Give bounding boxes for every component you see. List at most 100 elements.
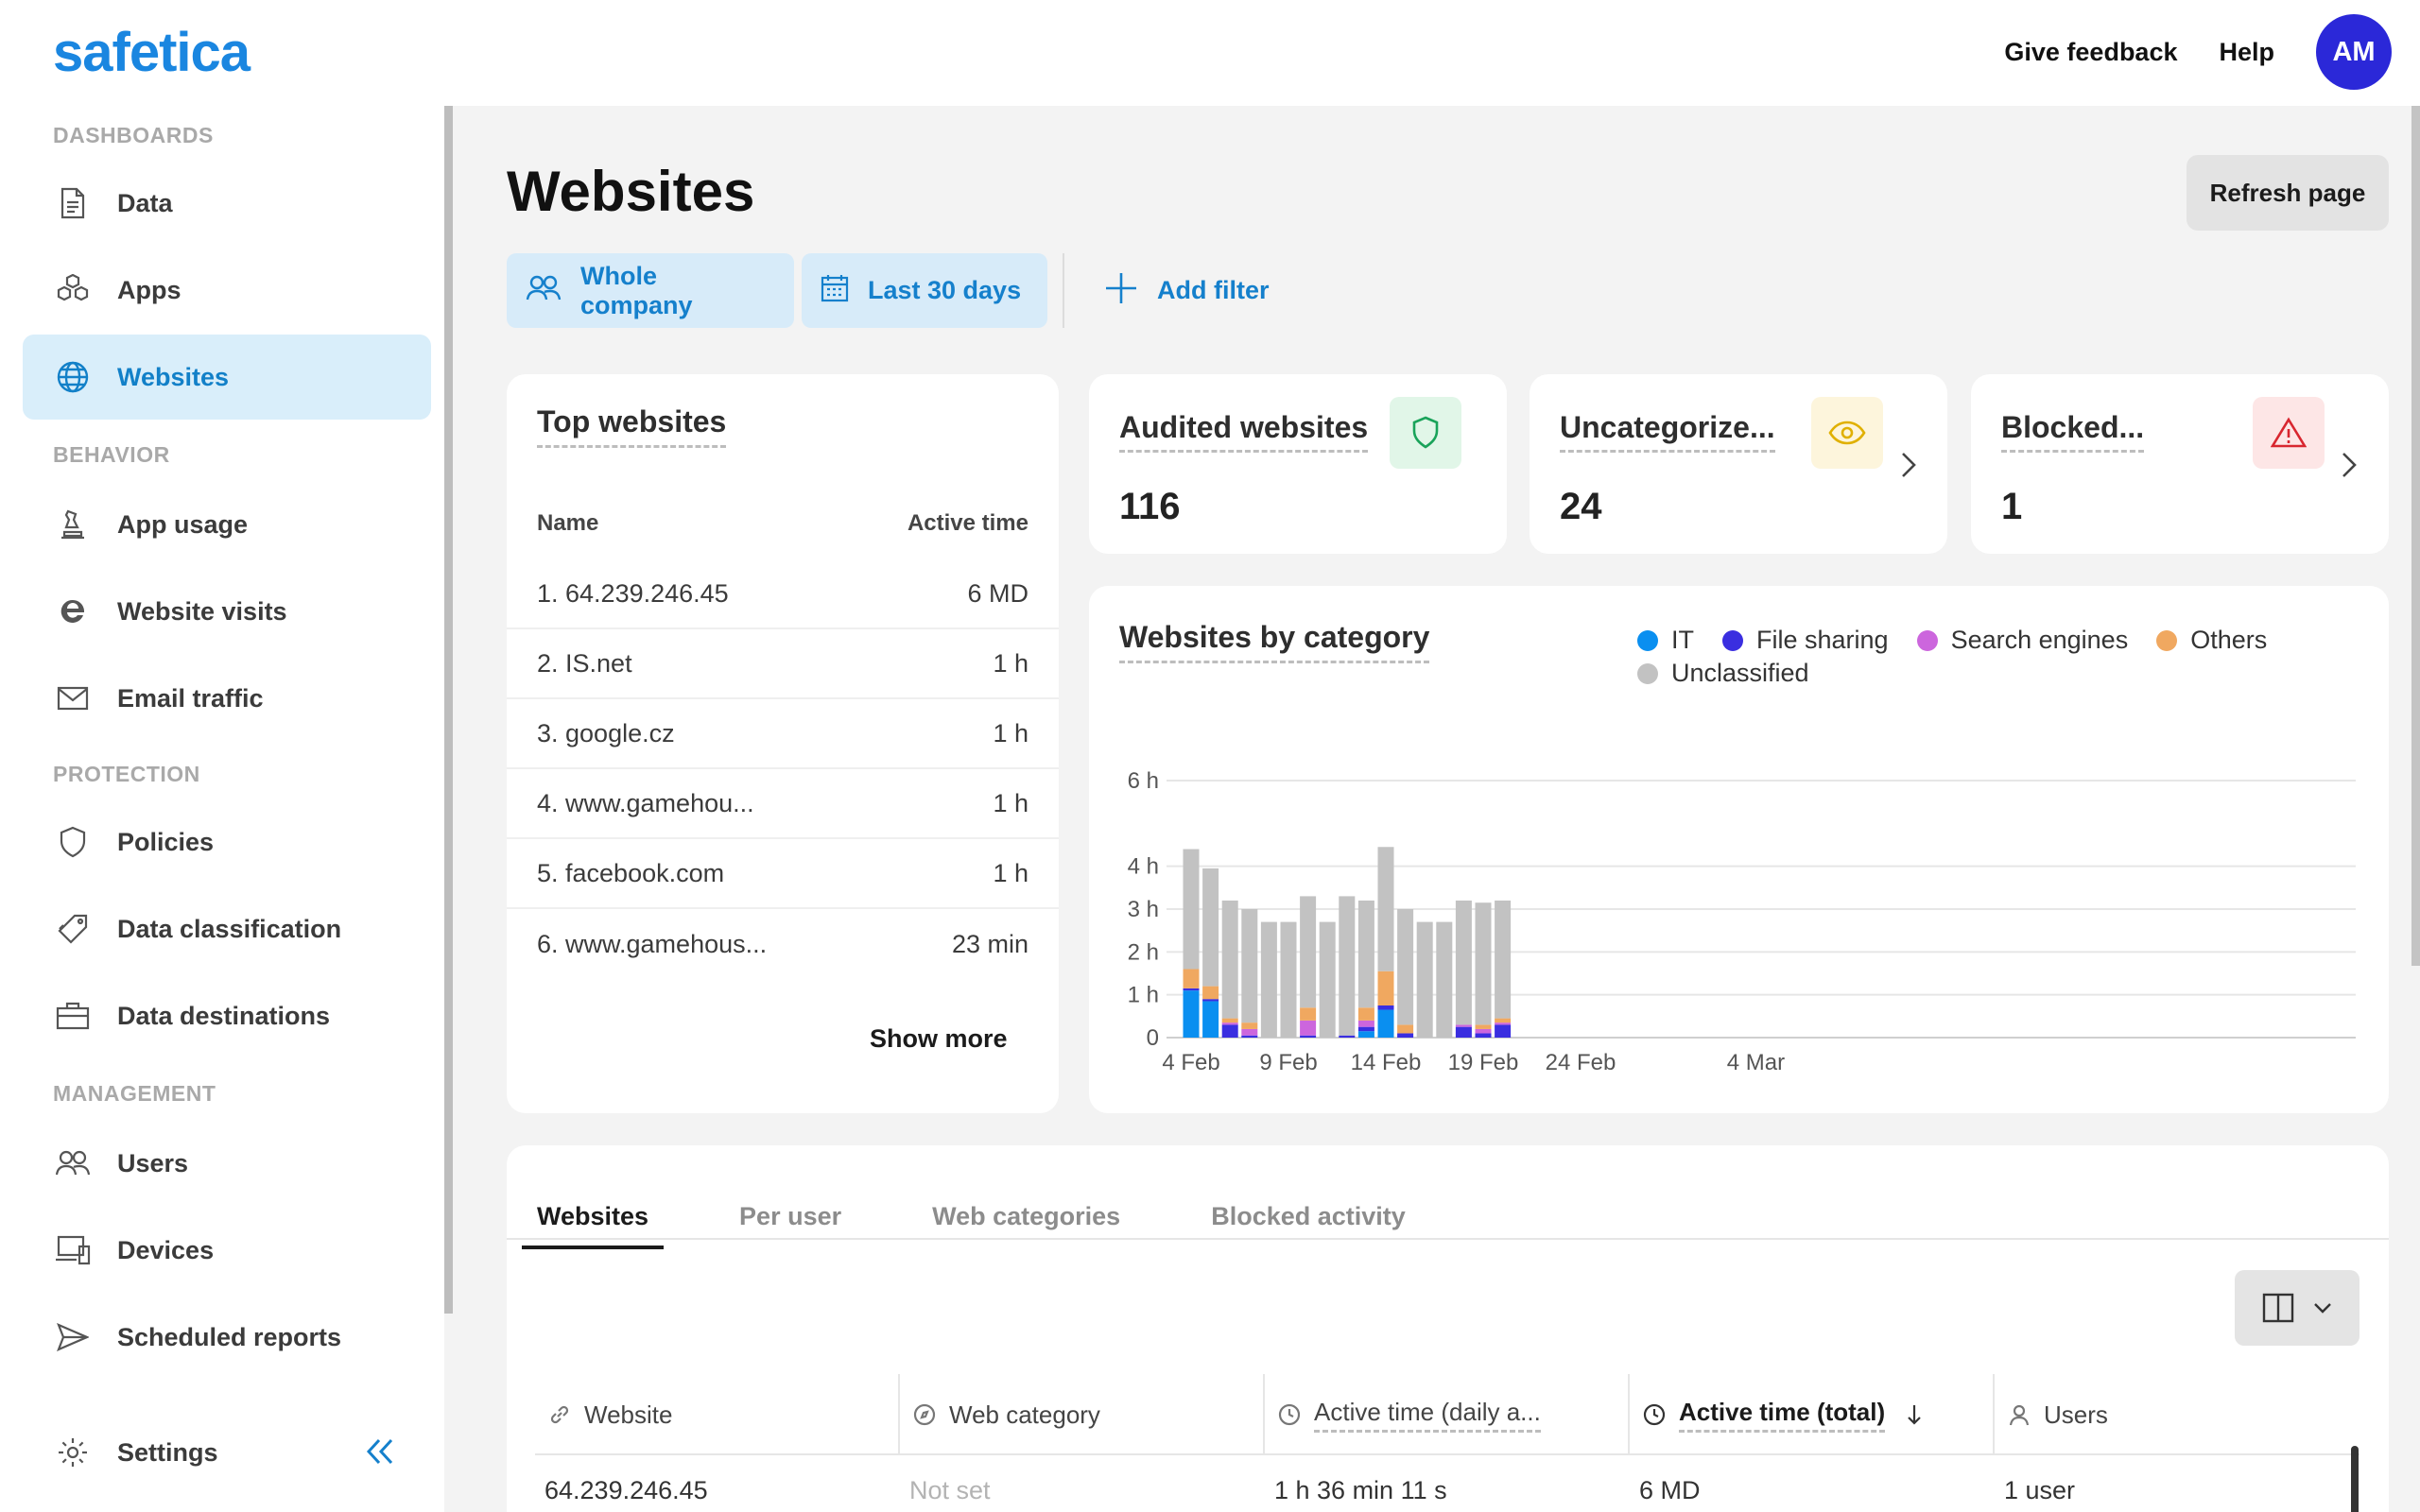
envelope-icon — [55, 680, 91, 716]
sidebar-item-data-destinations[interactable]: Data destinations — [23, 973, 431, 1058]
audited-websites-card[interactable]: Audited websites 116 — [1089, 374, 1507, 554]
table-scrollbar[interactable] — [2351, 1446, 2359, 1512]
tabs-divider — [507, 1238, 2389, 1240]
sidebar-item-email-traffic[interactable]: Email traffic — [23, 656, 431, 741]
sidebar-item-label: Data — [117, 188, 173, 217]
sidebar-item-apps[interactable]: Apps — [23, 248, 431, 333]
column-users[interactable]: Users — [1995, 1374, 2360, 1455]
x-tick-label: 14 Feb — [1351, 1050, 1422, 1075]
bar-segment-others — [1357, 1007, 1374, 1021]
sort-descending-icon[interactable] — [1906, 1403, 1923, 1426]
website-name: 4. www.gamehou... — [537, 788, 754, 817]
sidebar-item-data-classification[interactable]: Data classification — [23, 886, 431, 971]
bar-segment-others — [1183, 969, 1200, 988]
top-actions: Give feedback Help AM — [2004, 13, 2392, 91]
x-tick-label: 4 Mar — [1727, 1050, 1785, 1075]
audited-websites-title: Audited websites — [1119, 410, 1369, 453]
blocked-chevron-right-icon[interactable] — [2335, 446, 2363, 484]
sidebar-item-policies[interactable]: Policies — [23, 799, 431, 885]
sidebar-item-label: Policies — [117, 827, 215, 856]
list-item[interactable]: 5. facebook.com 1 h — [507, 839, 1059, 909]
column-web-category[interactable]: Web category — [900, 1374, 1265, 1455]
column-website[interactable]: Website — [535, 1374, 900, 1455]
avatar[interactable]: AM — [2316, 14, 2392, 90]
users-icon — [55, 1145, 91, 1181]
sidebar-item-websites[interactable]: Websites — [23, 335, 431, 420]
bar-segment-file-sharing — [1339, 1035, 1356, 1038]
table-header: Website Web category Active time (daily … — [535, 1374, 2360, 1455]
clock-icon — [1278, 1403, 1301, 1426]
column-active-time-total[interactable]: Active time (total) — [1630, 1374, 1995, 1455]
stacked-bar-chart[interactable]: 0 1 h 2 h 3 h 4 h 6 h 4 Feb 9 Feb 14 Feb 19 Feb 24… — [1089, 586, 2389, 1113]
bar-segment-it — [1202, 1001, 1219, 1038]
bar-segment-unclassified — [1495, 900, 1512, 1019]
bar-segment-unclassified — [1475, 902, 1492, 1025]
blocked-value: 1 — [2001, 486, 2023, 527]
audited-websites-value: 116 — [1119, 486, 1181, 527]
chevron-down-icon — [2314, 1303, 2331, 1314]
sidebar-item-data[interactable]: Data — [23, 161, 431, 246]
list-item[interactable]: 2. IS.net 1 h — [507, 629, 1059, 699]
sidebar-item-website-visits[interactable]: Website visits — [23, 569, 431, 654]
uncategorized-chevron-right-icon[interactable] — [1894, 446, 1923, 484]
x-tick-label: 19 Feb — [1448, 1050, 1519, 1075]
add-filter-label: Add filter — [1157, 276, 1270, 304]
sidebar-scrollbar[interactable] — [444, 106, 453, 1314]
bar-segment-it — [1183, 990, 1200, 1038]
list-item[interactable]: 1. 64.239.246.45 6 MD — [507, 559, 1059, 629]
give-feedback-button[interactable]: Give feedback — [2004, 38, 2177, 67]
column-settings-button[interactable] — [2235, 1270, 2360, 1346]
bar-segment-others — [1495, 1018, 1512, 1023]
collapse-sidebar-button[interactable] — [361, 1433, 399, 1470]
website-name: 6. www.gamehous... — [537, 929, 768, 958]
refresh-page-button[interactable]: Refresh page — [2187, 155, 2389, 231]
cell-active-time-daily: 1 h 36 min 11 s — [1274, 1475, 1447, 1504]
list-item[interactable]: 6. www.gamehous... 23 min — [507, 909, 1059, 979]
bar-segment-search-engines — [1241, 1028, 1258, 1036]
sidebar-item-app-usage[interactable]: App usage — [23, 482, 431, 567]
bar-segment-unclassified — [1280, 921, 1297, 1038]
filter-divider — [1063, 253, 1064, 328]
section-management: MANAGEMENT — [53, 1081, 216, 1106]
top-websites-title[interactable]: Top websites — [537, 404, 727, 448]
main-scrollbar[interactable] — [2411, 106, 2420, 966]
bar-segment-file-sharing — [1357, 1026, 1374, 1032]
bar-segment-unclassified — [1436, 921, 1453, 1038]
bar-segment-others — [1475, 1024, 1492, 1029]
column-label: Active time (total) — [1679, 1398, 1886, 1433]
filter-scope[interactable]: Whole company — [507, 253, 794, 328]
website-time: 1 h — [993, 648, 1028, 678]
sidebar-item-scheduled-reports[interactable]: Scheduled reports — [23, 1295, 431, 1380]
cell-website[interactable]: 64.239.246.45 — [535, 1457, 900, 1512]
sidebar-item-label: Website visits — [117, 596, 287, 626]
sidebar-item-users[interactable]: Users — [23, 1121, 431, 1206]
safetica-logo[interactable]: safetica — [53, 21, 251, 84]
column-active-time-daily[interactable]: Active time (daily a... — [1265, 1374, 1630, 1455]
sidebar-item-label: Email traffic — [117, 683, 264, 713]
bar-segment-file-sharing — [1202, 999, 1219, 1002]
bar-segment-unclassified — [1339, 896, 1356, 1036]
list-item[interactable]: 4. www.gamehou... 1 h — [507, 769, 1059, 839]
uncategorized-title: Uncategorize... — [1560, 410, 1775, 453]
devices-icon — [55, 1232, 91, 1268]
column-label: Website — [584, 1400, 673, 1429]
bar-segment-unclassified — [1202, 868, 1219, 987]
bar-segment-others — [1397, 1024, 1414, 1034]
show-more-button[interactable]: Show more — [870, 1024, 1008, 1054]
browser-e-icon — [55, 593, 91, 629]
sidebar-item-devices[interactable]: Devices — [23, 1208, 431, 1293]
bar-segment-unclassified — [1183, 849, 1200, 970]
bar-segment-unclassified — [1300, 896, 1317, 1008]
help-button[interactable]: Help — [2219, 38, 2274, 67]
blocked-card[interactable]: Blocked... 1 — [1971, 374, 2389, 554]
bar-segment-unclassified — [1397, 909, 1414, 1025]
filter-period[interactable]: Last 30 days — [802, 253, 1047, 328]
shield-check-icon — [1390, 397, 1461, 469]
uncategorized-card[interactable]: Uncategorize... 24 — [1530, 374, 1947, 554]
bar-segment-file-sharing — [1475, 1033, 1492, 1038]
calendar-icon — [821, 274, 849, 307]
list-item[interactable]: 3. google.cz 1 h — [507, 699, 1059, 769]
table-row[interactable]: 64.239.246.45 Not set 1 h 36 min 11 s 6 … — [535, 1457, 2360, 1512]
globe-icon — [55, 359, 91, 395]
add-filter-button[interactable]: Add filter — [1104, 253, 1270, 328]
